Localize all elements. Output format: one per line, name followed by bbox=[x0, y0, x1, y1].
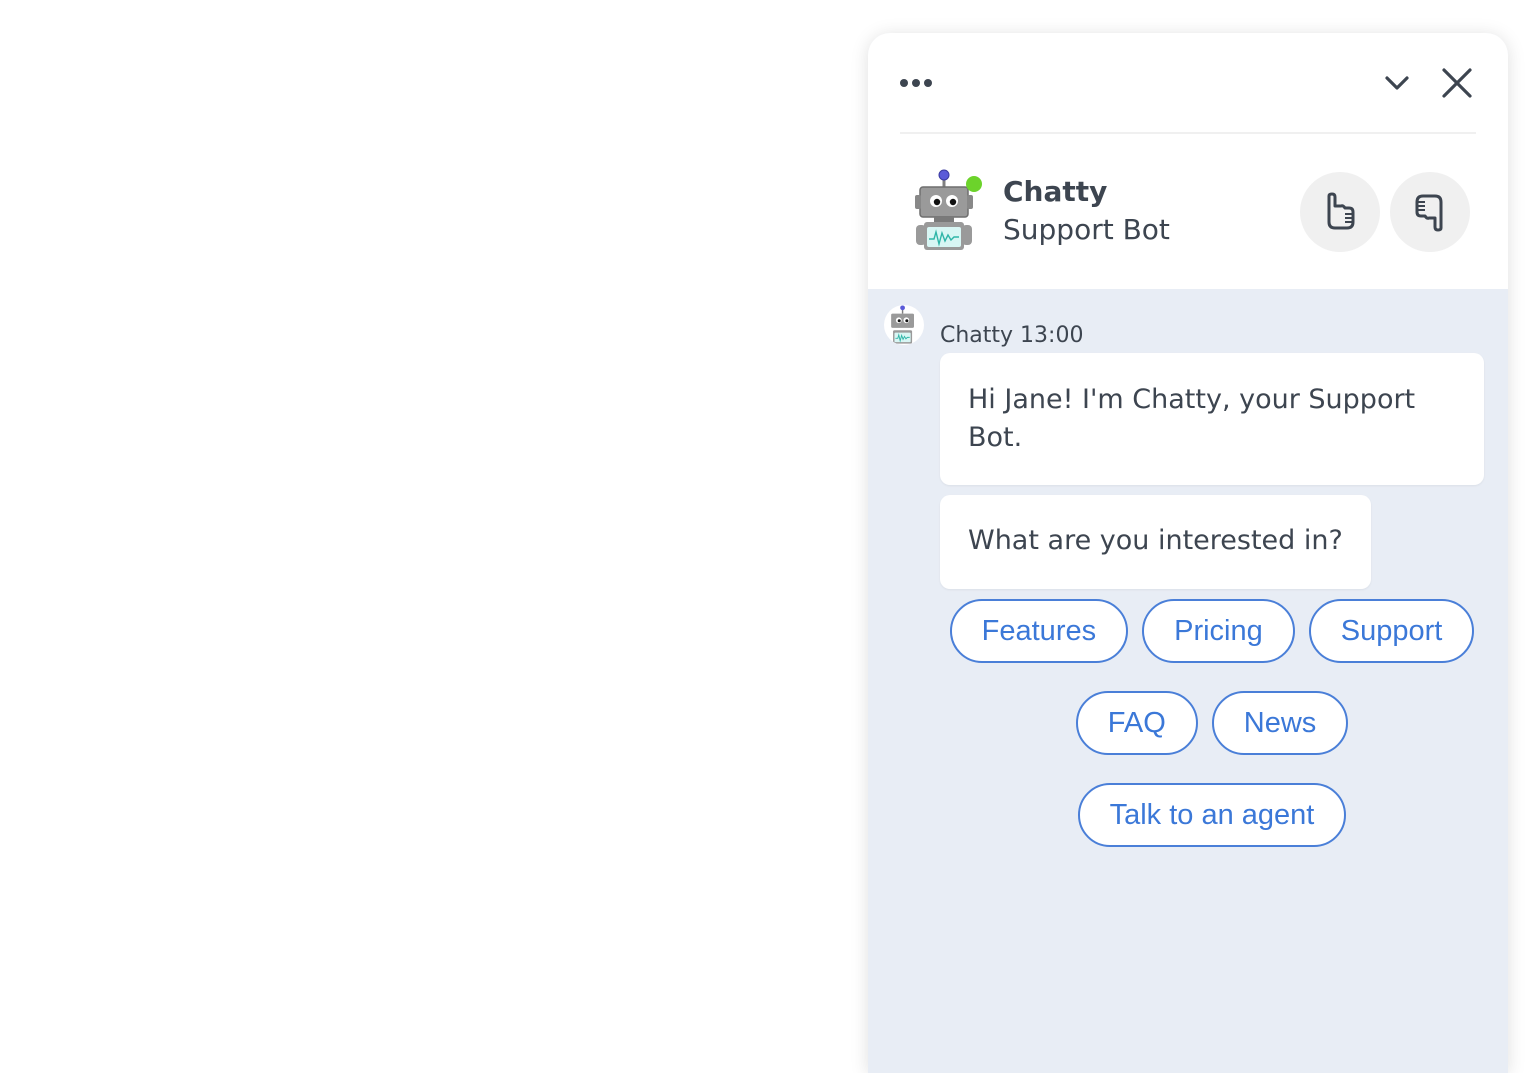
message-list: Chatty 13:00 Hi Jane! I'm Chatty, your S… bbox=[868, 289, 1508, 847]
quick-reply-news[interactable]: News bbox=[1211, 691, 1349, 755]
more-horizontal-icon-dot bbox=[912, 79, 920, 87]
thumbs-down-button[interactable] bbox=[1390, 172, 1470, 252]
quick-replies: Features Pricing Support FAQ News Talk t… bbox=[940, 599, 1484, 847]
online-status-indicator bbox=[966, 176, 982, 192]
message-meta: Chatty 13:00 bbox=[940, 323, 1084, 348]
agent-role: Support Bot bbox=[1003, 213, 1170, 246]
more-horizontal-icon bbox=[900, 79, 908, 87]
message-bubble: What are you interested in? bbox=[940, 495, 1371, 589]
robot-avatar-icon bbox=[891, 305, 914, 344]
close-icon bbox=[1442, 68, 1472, 98]
chat-widget: Chatty Support Bot Chatty 13:00 Hi Jane!… bbox=[868, 33, 1508, 1073]
message-bubble: Hi Jane! I'm Chatty, your Support Bot. bbox=[940, 353, 1484, 485]
agent-name: Chatty bbox=[1003, 175, 1108, 208]
quick-reply-support[interactable]: Support bbox=[1308, 599, 1475, 663]
message-avatar bbox=[884, 305, 924, 345]
quick-reply-features[interactable]: Features bbox=[949, 599, 1129, 663]
quick-reply-pricing[interactable]: Pricing bbox=[1142, 599, 1295, 663]
collapse-button[interactable] bbox=[1382, 68, 1412, 98]
more-horizontal-icon-dot bbox=[924, 79, 932, 87]
quick-reply-talk-to-agent[interactable]: Talk to an agent bbox=[1077, 783, 1347, 847]
thumbs-up-button[interactable] bbox=[1300, 172, 1380, 252]
close-button[interactable] bbox=[1440, 66, 1474, 100]
chevron-down-icon bbox=[1385, 76, 1409, 90]
agent-info: Chatty Support Bot bbox=[912, 169, 1476, 253]
quick-reply-faq[interactable]: FAQ bbox=[1075, 691, 1198, 755]
thumbs-up-icon bbox=[1327, 192, 1355, 230]
chat-toolbar bbox=[900, 33, 1476, 134]
chat-header: Chatty Support Bot bbox=[868, 33, 1508, 289]
thumbs-down-icon bbox=[1415, 194, 1443, 232]
more-options-button[interactable] bbox=[900, 71, 940, 95]
